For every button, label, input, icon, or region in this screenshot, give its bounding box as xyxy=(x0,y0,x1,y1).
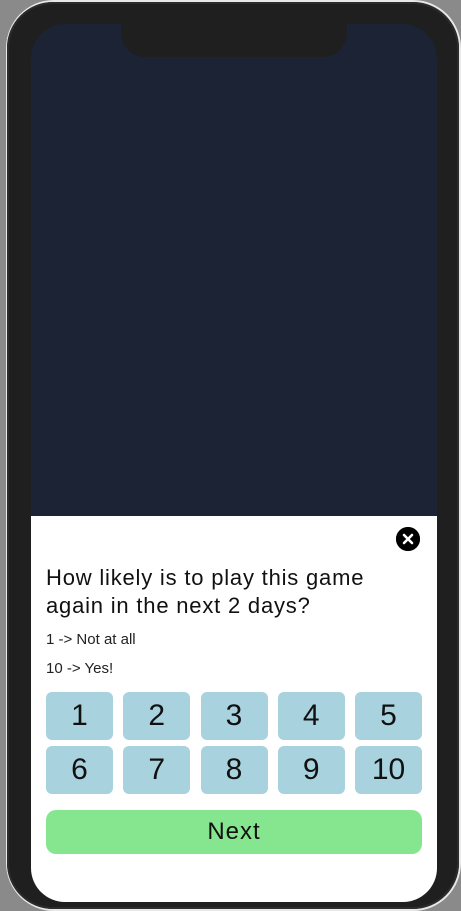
close-icon xyxy=(396,527,420,551)
app-screen: How likely is to play this game again in… xyxy=(31,24,437,902)
survey-sheet: How likely is to play this game again in… xyxy=(31,516,437,902)
phone-notch xyxy=(121,24,347,57)
next-button[interactable]: Next xyxy=(46,810,422,854)
rating-option-5[interactable]: 5 xyxy=(355,692,422,740)
rating-option-6[interactable]: 6 xyxy=(46,746,113,794)
survey-question: How likely is to play this game again in… xyxy=(46,565,365,618)
rating-option-8[interactable]: 8 xyxy=(200,746,268,794)
close-button[interactable] xyxy=(396,527,420,551)
rating-option-9[interactable]: 9 xyxy=(277,746,345,794)
rating-option-1[interactable]: 1 xyxy=(46,692,113,740)
rating-option-4[interactable]: 4 xyxy=(277,692,345,740)
rating-options: 1 2 3 4 5 6 7 8 9 10 xyxy=(46,692,422,794)
scale-hint-low: 1 -> Not at all xyxy=(46,631,136,648)
rating-option-10[interactable]: 10 xyxy=(355,746,422,794)
rating-option-7[interactable]: 7 xyxy=(123,746,191,794)
rating-option-2[interactable]: 2 xyxy=(123,692,191,740)
rating-option-3[interactable]: 3 xyxy=(200,692,268,740)
scale-hint-high: 10 -> Yes! xyxy=(46,660,114,677)
